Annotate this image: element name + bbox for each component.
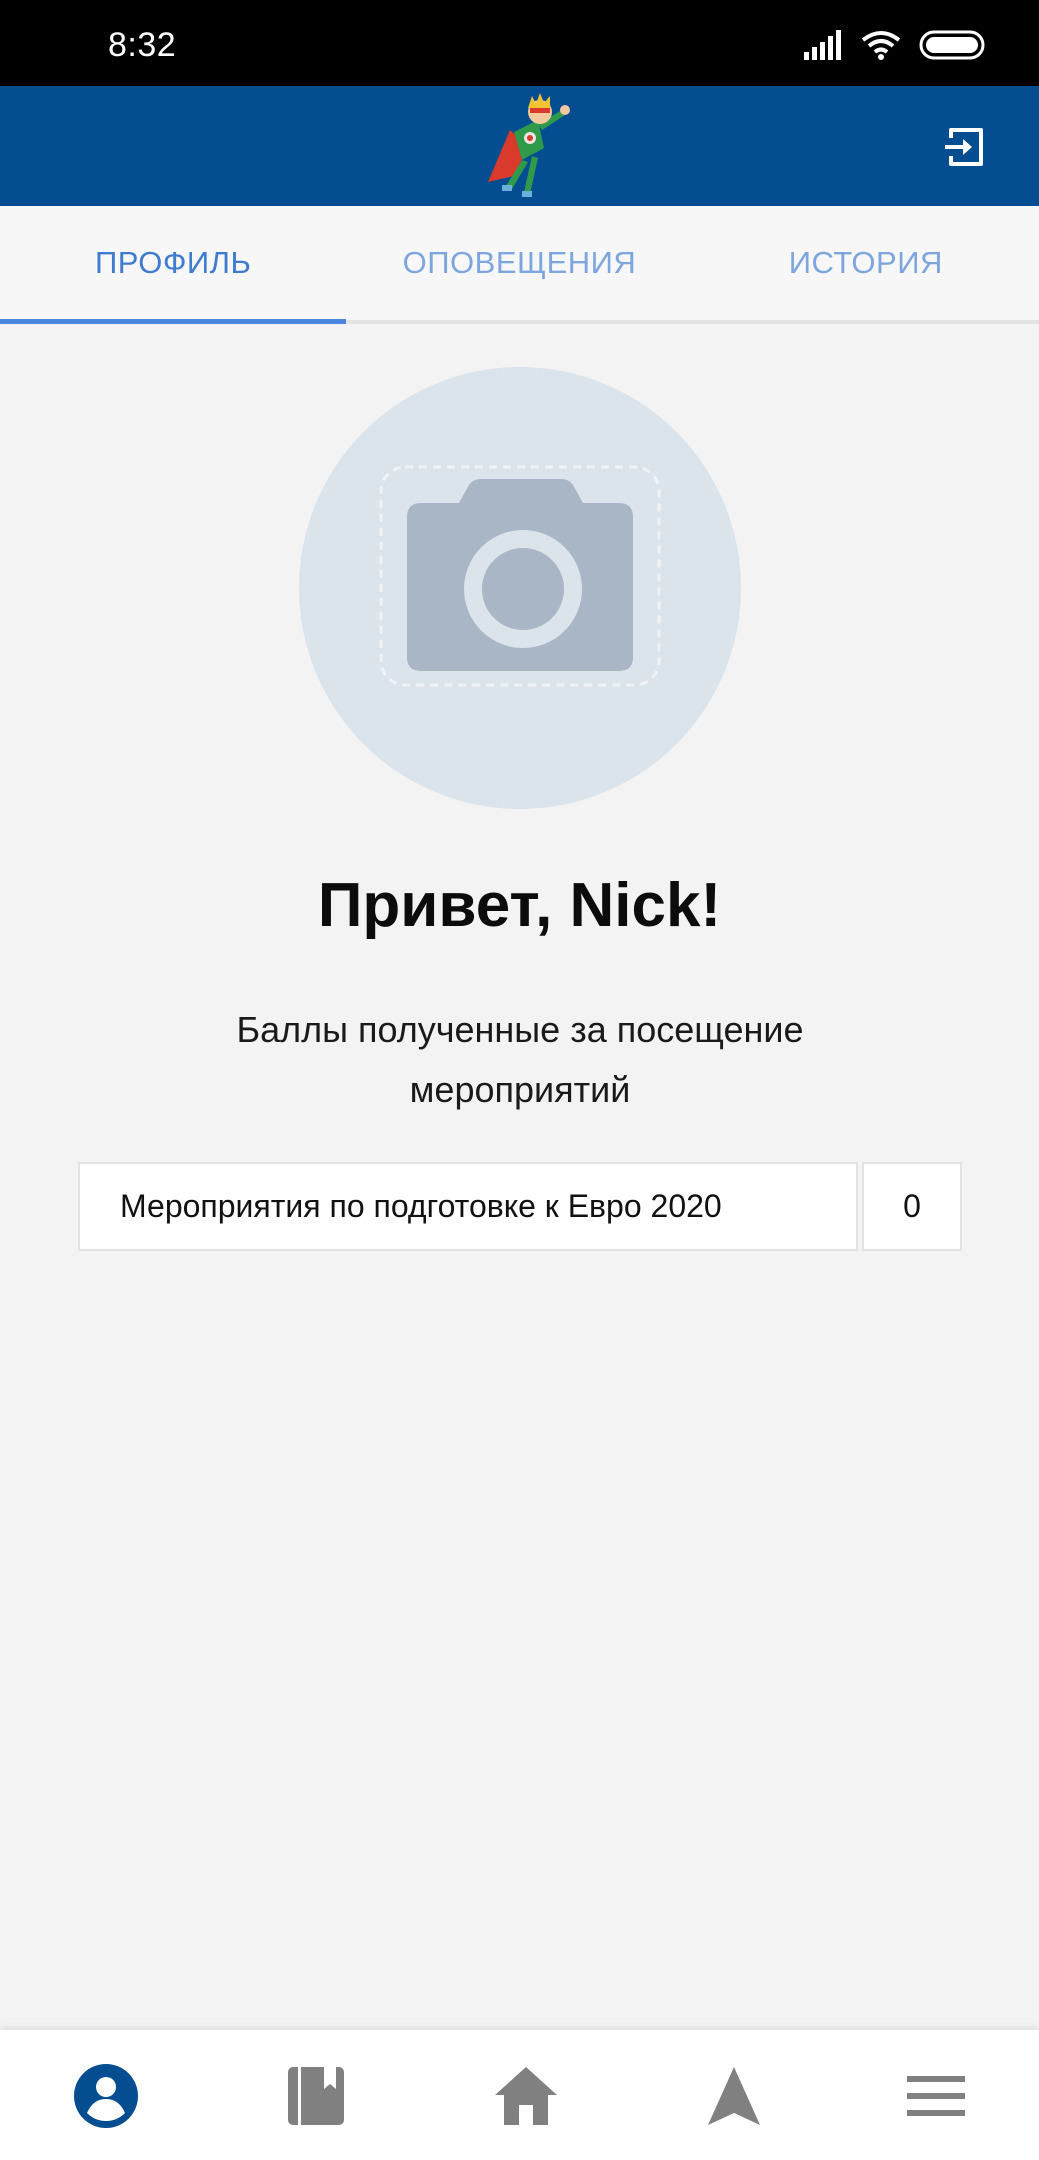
nav-profile[interactable]: [66, 2060, 146, 2132]
home-icon: [495, 2067, 557, 2125]
bottom-nav: [0, 2030, 1039, 2160]
navigation-icon: [708, 2067, 760, 2125]
status-icons: [803, 28, 985, 62]
nav-book[interactable]: [276, 2060, 356, 2132]
tab-profile[interactable]: ПРОФИЛЬ: [0, 206, 347, 324]
nav-home[interactable]: [486, 2060, 566, 2132]
app-bar: [0, 86, 1039, 206]
greeting-heading: Привет, Nick!: [317, 871, 722, 940]
tab-bar: ПРОФИЛЬ ОПОВЕЩЕНИЯ ИСТОРИЯ: [0, 206, 1039, 324]
exit-icon[interactable]: [941, 124, 987, 170]
event-points-cell: 0: [862, 1162, 962, 1251]
battery-icon: [919, 30, 985, 60]
tab-history[interactable]: ИСТОРИЯ: [693, 206, 1039, 320]
book-icon: [288, 2067, 344, 2125]
points-heading: Баллы полученные за посещение мероприяти…: [236, 1009, 804, 1110]
superhero-mascot-logo: [488, 93, 570, 197]
status-time: 8:32: [108, 26, 177, 64]
profile-icon: [74, 2064, 138, 2128]
avatar[interactable]: [299, 367, 741, 809]
wifi-icon: [861, 31, 901, 60]
camera-placeholder-icon: [379, 465, 661, 687]
points-table-row: Мероприятия по подготовке к Евро 2020 0: [78, 1162, 962, 1251]
event-name-cell: Мероприятия по подготовке к Евро 2020: [78, 1162, 858, 1251]
nav-menu[interactable]: [896, 2060, 976, 2132]
menu-icon: [907, 2076, 965, 2116]
tab-notifications[interactable]: ОПОВЕЩЕНИЯ: [346, 206, 692, 320]
status-bar: 8:32: [0, 0, 1039, 86]
nav-navigation[interactable]: [694, 2060, 774, 2132]
signal-icon: [804, 30, 841, 60]
